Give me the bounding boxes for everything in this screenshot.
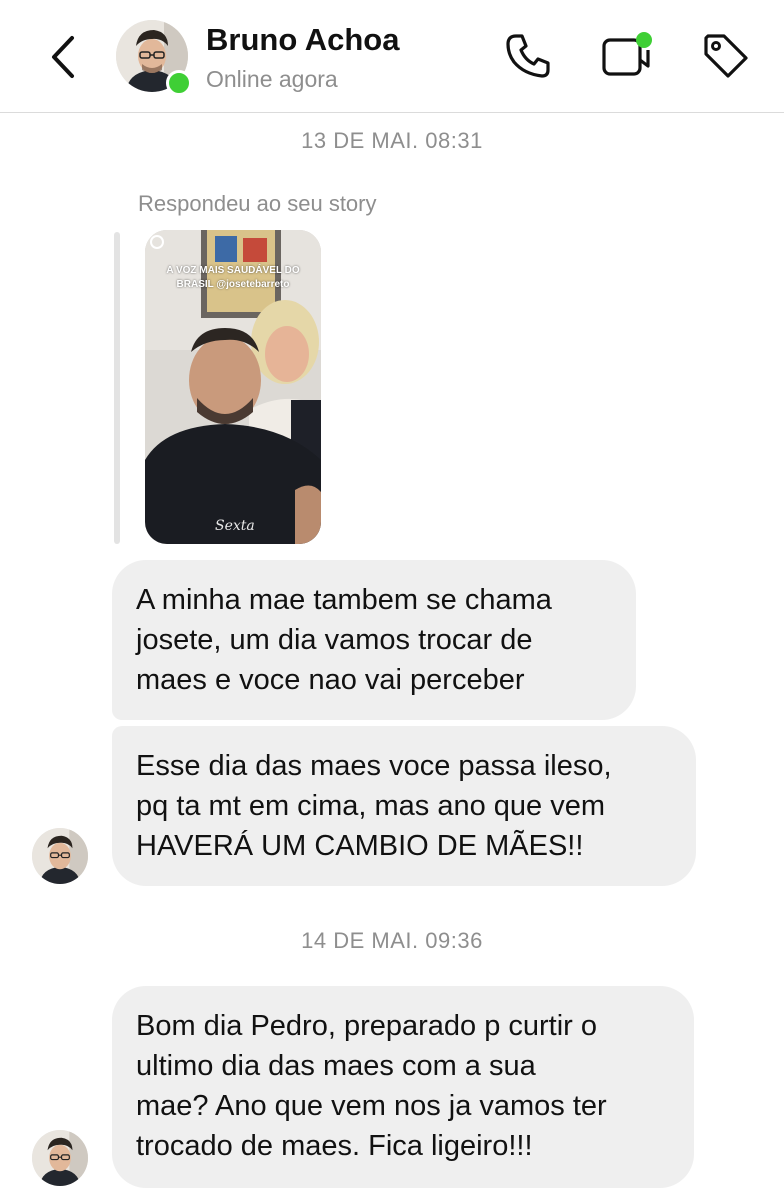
- message-text-line: mae? Ano que vem nos ja vamos ter: [136, 1090, 607, 1122]
- message-text-line: HAVERÁ UM CAMBIO DE MÃES!!: [136, 830, 584, 862]
- message-text-line: Bom dia Pedro, preparado p curtir o: [136, 1010, 598, 1042]
- call-button[interactable]: [502, 30, 554, 82]
- story-caption-line: A VOZ MAIS SAUDÁVEL DO: [166, 265, 300, 276]
- reply-indicator-bar: [114, 232, 120, 544]
- message-bubble[interactable]: A minha mae tambem se chama josete, um d…: [112, 560, 636, 720]
- avatar-photo: [32, 1130, 88, 1186]
- phone-icon: [506, 34, 550, 78]
- online-indicator: [166, 70, 192, 96]
- avatar-photo: [32, 828, 88, 884]
- message-text-line: Esse dia das maes voce passa ileso,: [136, 750, 612, 782]
- message-timestamp: 14 DE MAI. 09:36: [301, 928, 483, 953]
- svg-text:Sexta: Sexta: [215, 518, 255, 534]
- sender-avatar[interactable]: [32, 828, 88, 884]
- message-bubble[interactable]: Bom dia Pedro, preparado p curtir o ulti…: [112, 986, 694, 1188]
- message-text-line: maes e voce nao vai perceber: [136, 664, 525, 696]
- story-thumbnail[interactable]: Sexta A VOZ MAIS SAUDÁVEL DO BRASIL @jos…: [145, 230, 321, 544]
- chevron-left-icon: [52, 36, 74, 78]
- online-status: Online agora: [206, 66, 338, 92]
- story-caption-line: BRASIL @josetebarreto: [176, 279, 290, 290]
- tag-button[interactable]: [700, 30, 752, 82]
- back-button[interactable]: [42, 32, 86, 82]
- sender-avatar[interactable]: [32, 1130, 88, 1186]
- message-bubble[interactable]: Esse dia das maes voce passa ileso, pq t…: [112, 726, 696, 886]
- message-text-line: A minha mae tambem se chama: [136, 584, 552, 616]
- story-caption: A VOZ MAIS SAUDÁVEL DO BRASIL @josetebar…: [151, 264, 315, 292]
- video-camera-icon: [602, 32, 652, 76]
- video-call-button[interactable]: [600, 30, 652, 82]
- chat-header: Bruno Achoa Online agora: [0, 0, 784, 113]
- tag-icon: [704, 34, 748, 78]
- story-reply-label: Respondeu ao seu story: [138, 191, 377, 216]
- message-text-line: trocado de maes. Fica ligeiro!!!: [136, 1130, 533, 1162]
- contact-name[interactable]: Bruno Achoa: [206, 22, 399, 58]
- message-text-line: josete, um dia vamos trocar de: [136, 624, 533, 656]
- message-timestamp: 13 DE MAI. 08:31: [301, 128, 483, 153]
- message-text-line: ultimo dia das maes com a sua: [136, 1050, 536, 1082]
- message-text-line: pq ta mt em cima, mas ano que vem: [136, 790, 606, 822]
